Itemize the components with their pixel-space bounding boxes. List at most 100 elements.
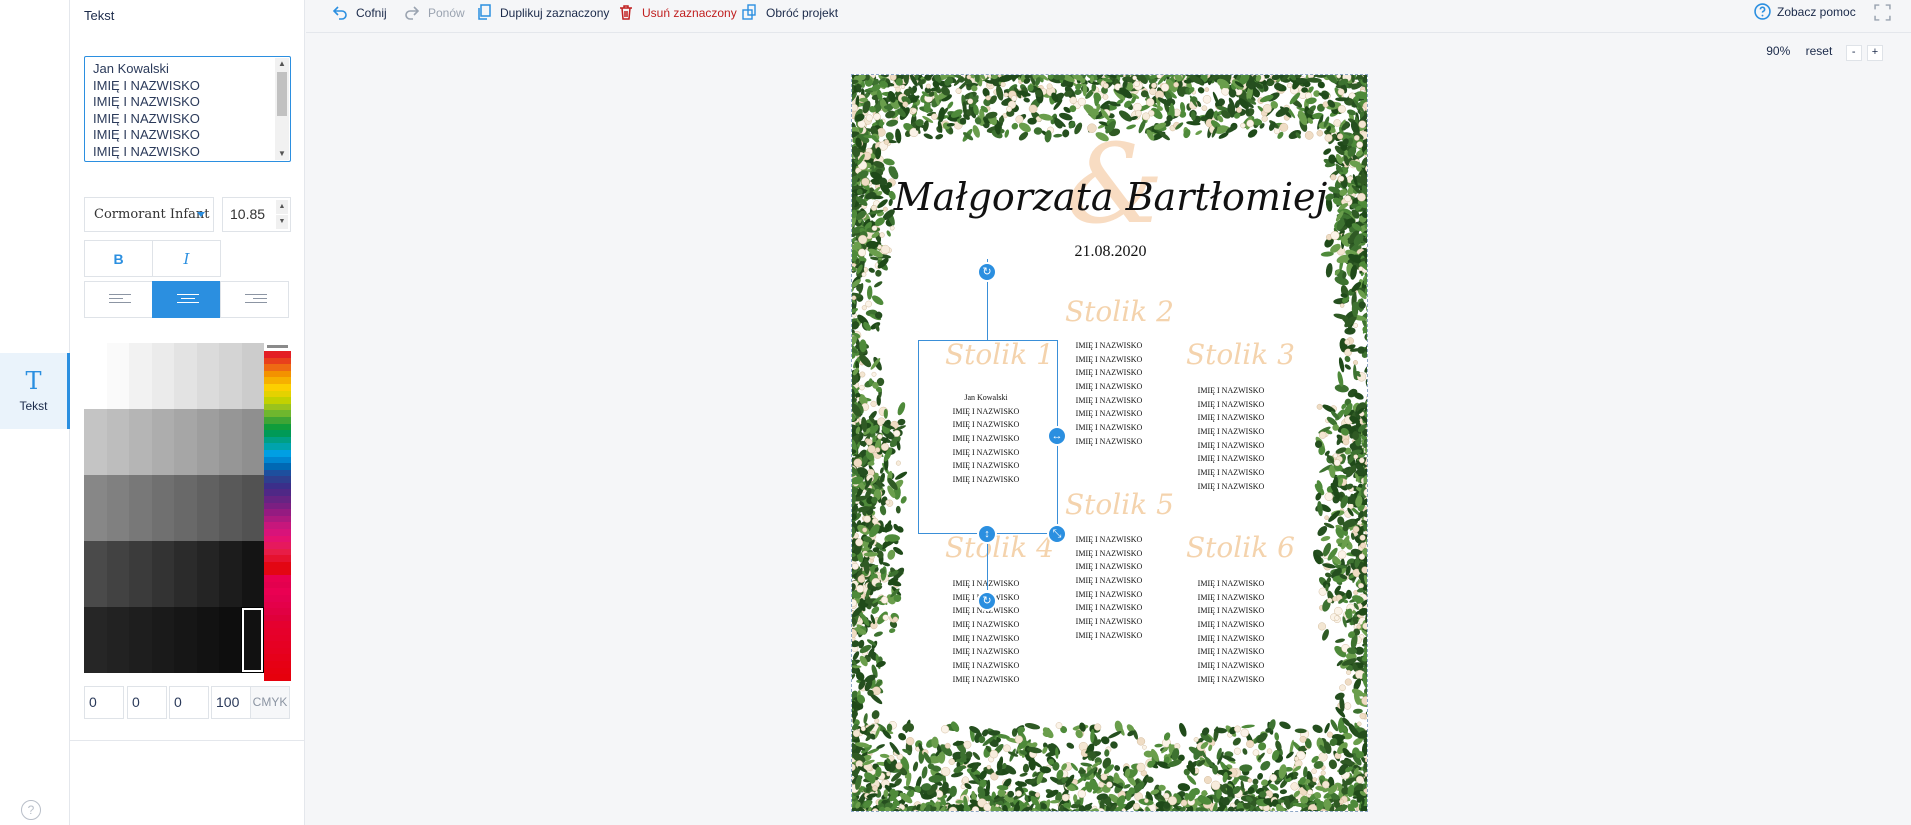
hue-swatch[interactable] [264,449,291,457]
hue-swatch[interactable] [264,496,291,503]
gray-swatch[interactable] [174,541,197,607]
selection-box[interactable] [918,340,1058,534]
hue-swatch[interactable] [264,423,291,431]
gray-swatch[interactable] [241,541,264,607]
hue-swatch[interactable] [264,588,291,595]
zoom-reset-button[interactable]: reset [1806,44,1833,58]
text-tool-button[interactable]: T Tekst [0,353,70,429]
hue-swatch[interactable] [264,614,291,622]
table-title-5[interactable]: Stolik 5 [1065,488,1174,521]
table-title-4[interactable]: Stolik 4 [945,531,1054,564]
gray-swatch[interactable] [196,607,219,673]
resize-diagonal-handle-icon[interactable]: ⤡ [1047,524,1067,544]
gray-swatch[interactable] [106,475,129,541]
help-link[interactable]: Zobacz pomoc [1754,3,1856,21]
hue-swatch[interactable] [264,469,291,477]
hue-swatch[interactable] [264,463,291,470]
align-right-button[interactable] [220,281,289,318]
table-6-guest-list[interactable]: IMIĘ I NAZWISKO IMIĘ I NAZWISKO IMIĘ I N… [1171,577,1291,687]
design-canvas[interactable]: & Małgorzata Bartłomiej 21.08.2020 Stoli… [851,74,1368,812]
help-icon[interactable]: ? [21,800,41,820]
zoom-out-button[interactable]: - [1845,45,1862,61]
hue-swatch[interactable] [264,397,291,404]
hue-swatch[interactable] [264,357,291,365]
hue-swatch[interactable] [264,641,291,648]
gray-swatch[interactable] [174,607,197,673]
hue-swatch[interactable] [264,351,291,358]
hue-swatch[interactable] [264,568,291,576]
font-size-stepper[interactable]: ▲ ▼ [276,200,288,229]
font-family-select[interactable]: Cormorant Infant [84,197,214,232]
gray-swatch[interactable] [174,409,197,475]
rotate-handle-bottom-icon[interactable]: ↻ [977,591,997,611]
hue-swatch[interactable] [264,594,291,602]
gray-swatch[interactable] [174,475,197,541]
table-3-guest-list[interactable]: IMIĘ I NAZWISKO IMIĘ I NAZWISKO IMIĘ I N… [1171,384,1291,494]
hue-swatch[interactable] [264,456,291,464]
scroll-down-icon[interactable]: ▼ [278,149,286,158]
yellow-field[interactable]: 0 [169,686,209,719]
hue-swatch[interactable] [264,515,291,523]
gray-swatch[interactable] [151,541,174,607]
gray-swatch[interactable] [174,343,197,409]
italic-button[interactable]: I [152,240,221,277]
align-left-button[interactable] [84,281,153,318]
magenta-field[interactable]: 0 [127,686,167,719]
hue-swatch[interactable] [264,667,291,675]
gray-swatch[interactable] [196,409,219,475]
hue-swatch[interactable] [264,627,291,635]
hue-swatch[interactable] [264,370,291,378]
gray-swatch[interactable] [84,607,107,673]
table-title-6[interactable]: Stolik 6 [1186,531,1295,564]
hue-swatch[interactable] [264,621,291,628]
hue-swatch[interactable] [264,482,291,490]
redo-button[interactable]: Ponów [404,4,465,22]
hue-swatch[interactable] [264,581,291,589]
hue-swatch[interactable] [264,502,291,510]
scrollbar-thumb[interactable] [277,72,287,116]
cyan-field[interactable]: 0 [84,686,124,719]
gray-swatch[interactable] [129,541,152,607]
gray-swatch[interactable] [151,343,174,409]
hue-swatch[interactable] [264,416,291,424]
gray-swatch[interactable] [151,607,174,673]
gray-swatch[interactable] [241,475,264,541]
gray-swatch[interactable] [129,343,152,409]
hue-swatch[interactable] [264,522,291,530]
gray-swatch[interactable] [106,343,129,409]
hue-swatch[interactable] [264,529,291,536]
hue-swatch[interactable] [264,377,291,384]
gray-swatch[interactable] [219,343,242,409]
color-palette[interactable] [84,343,291,681]
gray-swatch[interactable] [84,409,107,475]
gray-swatch[interactable] [219,607,242,673]
gray-swatch[interactable] [84,475,107,541]
hue-swatch[interactable] [264,443,291,450]
hue-swatch[interactable] [264,535,291,543]
selected-color-swatch[interactable] [241,607,264,673]
font-size-field[interactable]: 10.85 ▲ ▼ [222,197,291,232]
grayscale-swatches[interactable] [84,343,264,673]
hue-swatch[interactable] [264,575,291,582]
hue-swatch[interactable] [264,601,291,609]
gray-swatch[interactable] [129,607,152,673]
hue-swatch[interactable] [264,647,291,655]
increment-icon[interactable]: ▲ [276,200,288,214]
gray-swatch[interactable] [106,541,129,607]
resize-vertical-handle-icon[interactable]: ↕ [977,524,997,544]
hue-swatches[interactable] [264,343,291,681]
hue-swatch[interactable] [264,634,291,642]
fullscreen-icon[interactable] [1874,4,1891,21]
gray-swatch[interactable] [219,541,242,607]
hue-swatch[interactable] [264,509,291,516]
undo-button[interactable]: Cofnij [332,4,387,22]
hue-swatch[interactable] [264,555,291,562]
table-2-guest-list[interactable]: IMIĘ I NAZWISKO IMIĘ I NAZWISKO IMIĘ I N… [1049,339,1169,449]
decrement-icon[interactable]: ▼ [276,215,288,229]
gray-swatch[interactable] [196,541,219,607]
zoom-in-button[interactable]: + [1867,45,1883,61]
gray-swatch[interactable] [151,409,174,475]
hue-swatch[interactable] [264,654,291,661]
delete-button[interactable]: Usuń zaznaczony [618,4,737,22]
hue-swatch[interactable] [264,430,291,437]
